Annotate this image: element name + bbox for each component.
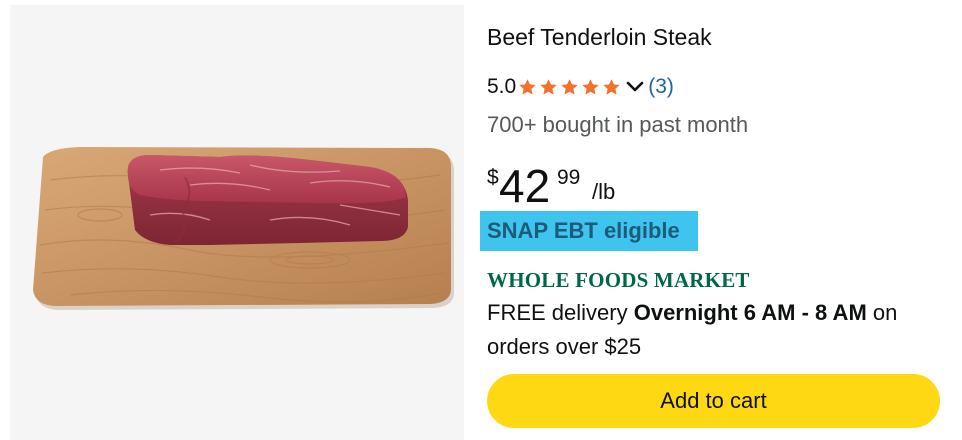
delivery-window: Overnight 6 AM - 8 AM: [633, 300, 867, 325]
bought-count: 700+ bought in past month: [487, 112, 749, 137]
delivery-info: FREE delivery Overnight 6 AM - 8 AM on o…: [487, 296, 947, 364]
price-fraction: 99: [557, 166, 581, 189]
whole-foods-logo: WHOLE FOODS MARKET: [487, 268, 750, 292]
add-to-cart-button[interactable]: Add to cart: [487, 374, 940, 428]
delivery-prefix: FREE delivery: [487, 300, 628, 325]
steak: [127, 155, 408, 245]
rating-value: 5.0: [487, 75, 517, 98]
star-icon: [519, 78, 536, 95]
rating-row[interactable]: 5.0 (3): [487, 73, 674, 101]
price-symbol: $: [487, 166, 499, 189]
product-image[interactable]: [10, 5, 464, 440]
price-whole: 42: [499, 160, 551, 212]
product-title[interactable]: Beef Tenderloin Steak: [487, 23, 712, 51]
star-icon: [603, 78, 620, 95]
star-rating[interactable]: [518, 78, 623, 97]
star-icon: [582, 78, 599, 95]
star-icon: [540, 78, 557, 95]
snap-ebt-badge: SNAP EBT eligible: [480, 211, 698, 251]
review-count-link[interactable]: (3): [648, 75, 674, 99]
product-image-panel[interactable]: [10, 5, 464, 440]
price-unit: /lb: [592, 179, 616, 204]
chevron-down-icon[interactable]: [626, 80, 644, 94]
star-icon: [561, 78, 578, 95]
